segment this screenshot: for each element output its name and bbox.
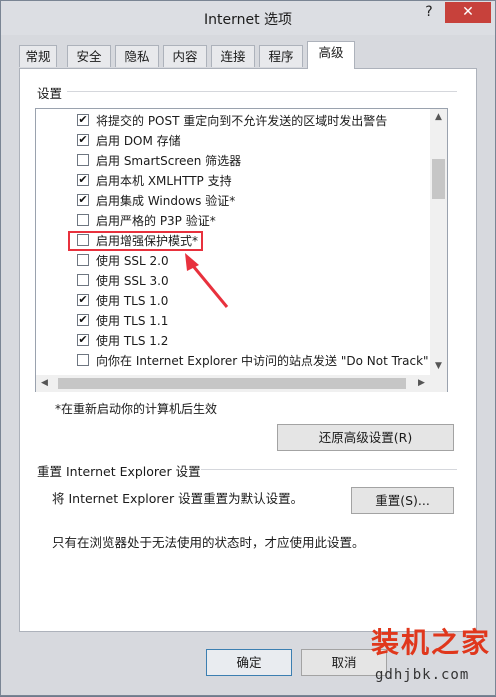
annotation-arrow-icon <box>185 253 229 308</box>
restart-note: *在重新启动你的计算机后生效 <box>55 402 218 416</box>
site-watermark: 装机之家 gdhjbk.com <box>361 621 491 691</box>
reset-description: 将 Internet Explorer 设置重置为默认设置。 <box>52 491 304 506</box>
reset-note: 只有在浏览器处于无法使用的状态时，才应使用此设置。 <box>52 535 365 550</box>
internet-options-dialog: Internet 选项 ? ✕ 常规 安全 隐私 内容 连接 程序 高级 设置 … <box>0 0 496 696</box>
tab-advanced[interactable]: 高级 <box>307 41 355 69</box>
watermark-logo: 装机之家 <box>371 626 492 659</box>
watermark-url: gdhjbk.com <box>375 667 470 683</box>
reset-group-title: 重置 Internet Explorer 设置 <box>37 464 201 479</box>
restore-advanced-settings-button[interactable]: 还原高级设置(R) <box>277 424 454 451</box>
reset-button[interactable]: 重置(S)... <box>351 487 454 514</box>
reset-group-divider <box>201 469 457 470</box>
ok-button[interactable]: 确定 <box>206 649 292 676</box>
